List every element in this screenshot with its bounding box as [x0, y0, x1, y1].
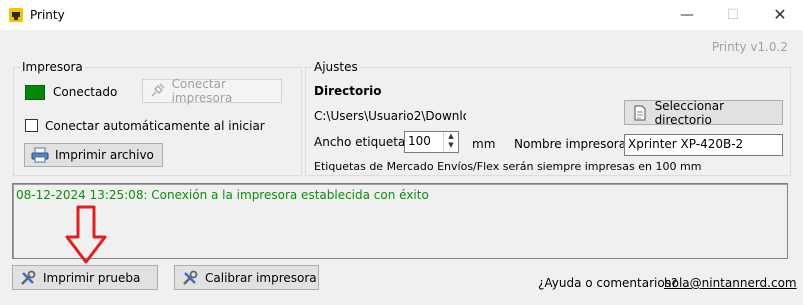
window-title: Printy — [30, 8, 65, 22]
red-arrow-annotation — [65, 205, 107, 264]
printer-name-label: Nombre impresora — [514, 137, 627, 151]
maximize-button[interactable]: ☐ — [710, 0, 756, 30]
minimize-button[interactable]: — — [664, 0, 710, 30]
app-icon — [9, 8, 23, 22]
directory-path: C:\Users\Usuario2\Downloads — [314, 109, 466, 123]
spin-up-icon[interactable]: ▲ — [444, 132, 458, 141]
help-email-link[interactable]: hola@nintannerd.com — [664, 276, 797, 290]
spin-down-icon[interactable]: ▼ — [444, 141, 458, 150]
label-note: Etiquetas de Mercado Envíos/Flex serán s… — [314, 160, 702, 173]
connect-plug-icon — [149, 82, 166, 100]
label-width-label: Ancho etiqueta — [314, 135, 406, 149]
connection-status-label: Conectado — [53, 85, 118, 99]
auto-connect-label: Conectar automáticamente al iniciar — [45, 119, 265, 133]
auto-connect-checkbox[interactable] — [25, 119, 38, 132]
log-line: 08-12-2024 13:25:08: Conexión a la impre… — [16, 188, 429, 202]
tools-icon — [181, 269, 199, 287]
settings-group-legend: Ajustes — [314, 60, 358, 74]
tools-icon — [19, 269, 37, 287]
label-width-spinner[interactable]: ▲ ▼ — [443, 132, 458, 152]
print-file-button[interactable]: Imprimir archivo — [24, 143, 163, 167]
connect-printer-button: Conectar impresora — [142, 77, 282, 105]
document-icon — [631, 104, 649, 122]
calibrate-printer-button[interactable]: Calibrar impresora — [174, 265, 319, 290]
directory-heading: Directorio — [314, 84, 382, 98]
close-button[interactable]: ✕ — [757, 0, 803, 30]
printer-group-legend: Impresora — [22, 60, 83, 74]
connection-status-indicator — [25, 85, 45, 100]
select-directory-button[interactable]: Seleccionar directorio — [624, 99, 783, 127]
printer-name-input[interactable]: Xprinter XP-420B-2 — [624, 134, 783, 156]
label-width-unit: mm — [472, 137, 496, 151]
version-label: Printy v1.0.2 — [711, 40, 788, 54]
title-bar: Printy — ☐ ✕ — [0, 0, 803, 30]
help-text: ¿Ayuda o comentarios? — [538, 276, 678, 290]
test-print-button[interactable]: Imprimir prueba — [12, 265, 158, 290]
printer-icon — [31, 146, 49, 164]
